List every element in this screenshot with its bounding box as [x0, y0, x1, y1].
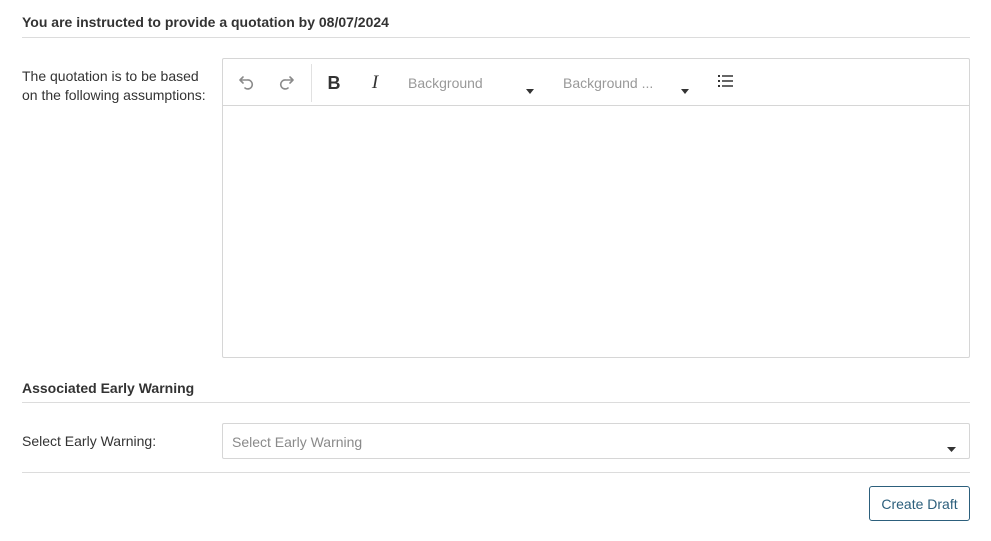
heading-divider	[22, 37, 970, 38]
assumptions-label: The quotation is to be based on the foll…	[22, 68, 206, 103]
bold-button[interactable]: B	[320, 69, 348, 97]
undo-icon	[237, 72, 255, 95]
early-warning-section-title: Associated Early Warning	[22, 380, 195, 396]
bulleted-list-icon	[718, 74, 734, 93]
background-color-select[interactable]: Background ...	[563, 71, 689, 95]
background-select-label: Background	[408, 75, 483, 91]
italic-icon: I	[371, 72, 379, 93]
italic-button[interactable]: I	[361, 69, 389, 97]
create-draft-button[interactable]: Create Draft	[869, 486, 970, 521]
bulleted-list-button[interactable]	[712, 69, 740, 97]
editor-content-area[interactable]	[223, 107, 969, 357]
quotation-instruction-heading: You are instructed to provide a quotatio…	[22, 14, 389, 30]
redo-button[interactable]	[273, 69, 301, 97]
undo-button[interactable]	[232, 69, 260, 97]
redo-icon	[278, 72, 296, 95]
bold-icon: B	[327, 72, 341, 93]
select-early-warning-label: Select Early Warning:	[22, 433, 157, 449]
early-warning-select-placeholder: Select Early Warning	[232, 434, 363, 450]
early-warning-select[interactable]: Select Early Warning	[222, 423, 970, 459]
chevron-down-icon	[681, 81, 689, 97]
editor-toolbar: B I Background Background ...	[223, 59, 969, 106]
chevron-down-icon	[526, 81, 534, 97]
background-color-select-label: Background ...	[563, 75, 654, 91]
assumptions-rich-text-editor: B I Background Background ...	[222, 58, 970, 358]
early-warning-divider	[22, 402, 970, 403]
actions-divider	[22, 472, 970, 473]
chevron-down-icon	[947, 439, 956, 457]
toolbar-separator	[311, 64, 312, 102]
background-select[interactable]: Background	[408, 71, 534, 95]
